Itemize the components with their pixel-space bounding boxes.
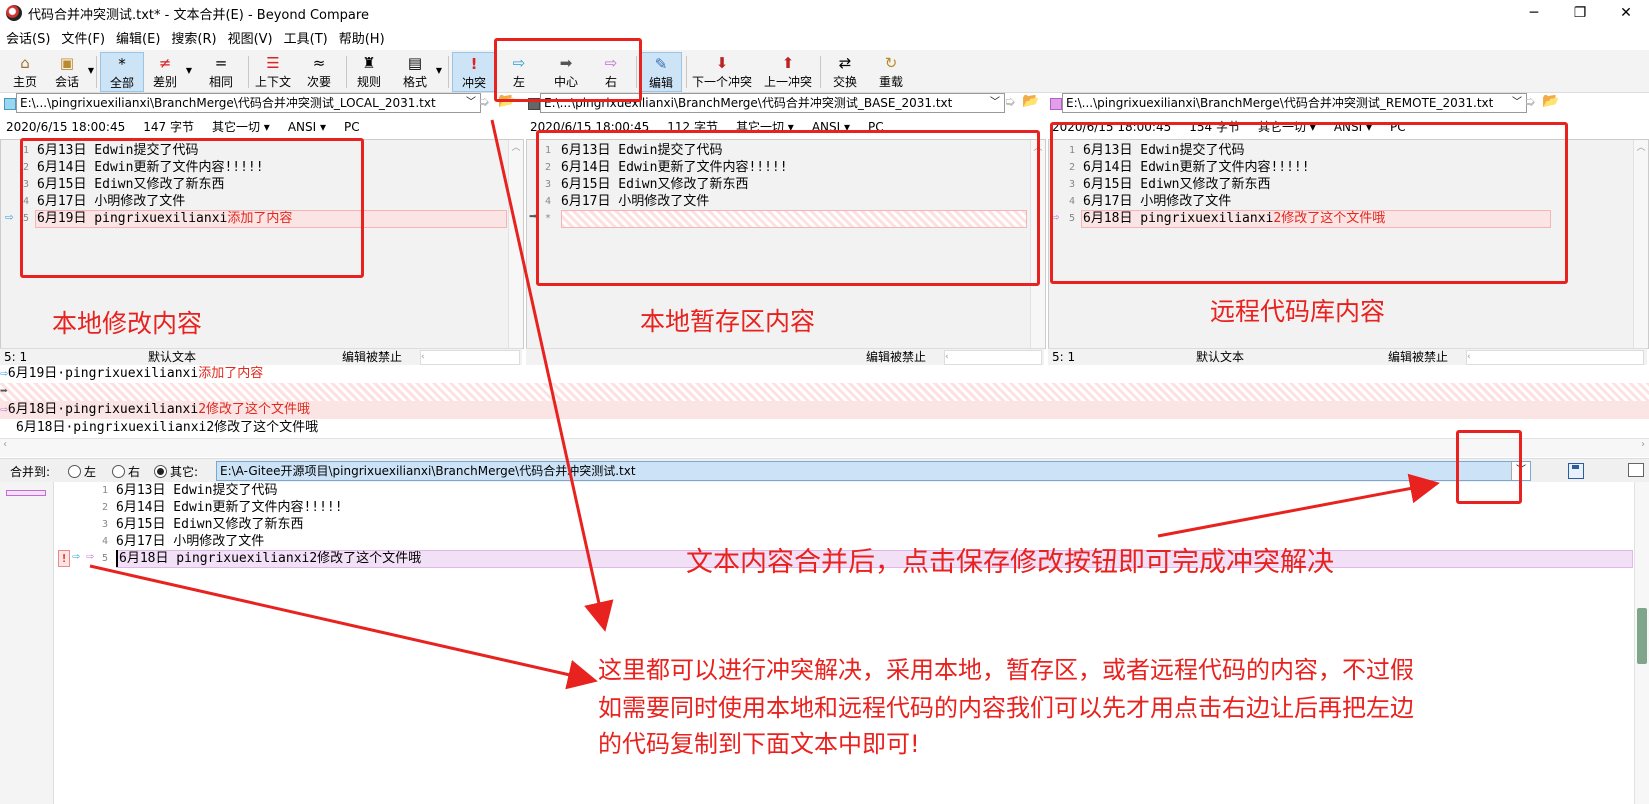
arrow-to-save	[1157, 473, 1440, 538]
arrow-to-resolve-note	[490, 119, 614, 632]
annotation-resolve-line1: 这里都可以进行冲突解决，采用本地，暂存区，或者远程代码的内容，不过假	[598, 656, 1414, 684]
annotation-local: 本地修改内容	[52, 309, 203, 338]
arrow-to-output-conflict	[89, 564, 598, 690]
annotation-resolve-line3: 的代码复制到下面文本中即可!	[598, 730, 920, 758]
annotation-resolve-line2: 如需要同时使用本地和远程代码的内容我们可以先才用点击右边让后再把左边	[598, 694, 1414, 722]
annotation-base: 本地暂存区内容	[640, 307, 816, 336]
annotation-save: 文本内容合并后，点击保存修改按钮即可完成冲突解决	[686, 547, 1334, 578]
annotation-remote: 远程代码库内容	[1210, 297, 1386, 326]
